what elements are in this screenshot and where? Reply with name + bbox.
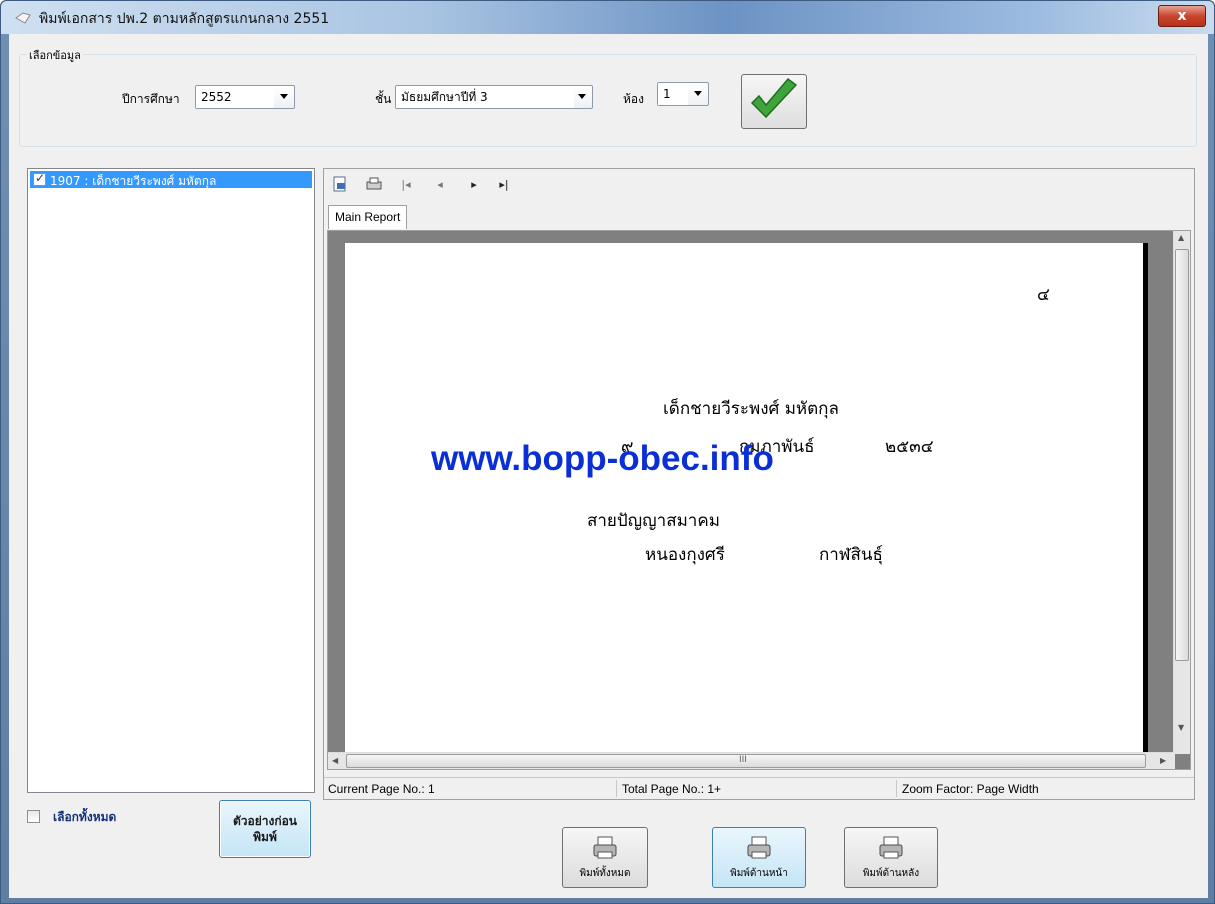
scroll-right-icon[interactable]: ▶	[1160, 756, 1166, 765]
student-checkbox[interactable]	[33, 171, 46, 186]
preview-button[interactable]: ตัวอย่างก่อน พิมพ์	[219, 800, 311, 858]
watermark: www.bopp-obec.info	[431, 439, 774, 478]
room-label: ห้อง	[623, 92, 644, 106]
print-back-label: พิมพ์ด้านหลัง	[862, 868, 920, 879]
print-back-button[interactable]: พิมพ์ด้านหลัง	[844, 827, 938, 888]
scroll-grip: III	[739, 755, 747, 765]
district: หนองกุงศรี	[645, 545, 725, 565]
viewer-statusbar: Current Page No.: 1 Total Page No.: 1+ Z…	[324, 777, 1194, 799]
page-number: ๔	[1037, 285, 1050, 305]
year-label: ปีการศึกษา	[122, 92, 180, 106]
scroll-up-icon[interactable]: ▲	[1178, 233, 1184, 242]
vertical-scrollbar[interactable]: ▲ ▼	[1173, 231, 1190, 754]
document-icon	[15, 12, 31, 24]
print-front-button[interactable]: พิมพ์ด้านหน้า	[712, 827, 806, 888]
student-list[interactable]: 1907 : เด็กชายวีระพงศ์ มหัตกุล	[27, 168, 315, 793]
horizontal-scroll-thumb[interactable]: III	[346, 754, 1146, 768]
status-divider	[616, 780, 617, 797]
select-all-checkbox[interactable]	[27, 810, 40, 823]
print-all-label: พิมพ์ทั้งหมด	[579, 868, 631, 879]
printer-icon	[879, 836, 903, 859]
vertical-scroll-thumb[interactable]	[1175, 249, 1189, 661]
current-page-status: Current Page No.: 1	[328, 782, 435, 796]
printer-icon	[593, 836, 617, 859]
report-viewer: |◂ ◂ ▸ ▸| Main Report ๔ เด็กชายวีระพงศ์ …	[323, 168, 1195, 800]
chevron-down-icon	[280, 94, 288, 99]
last-page-icon[interactable]: ▸|	[494, 175, 514, 195]
year-select[interactable]: 2552	[195, 85, 295, 109]
chevron-down-icon	[694, 91, 702, 96]
printer-icon	[747, 836, 771, 859]
next-page-icon[interactable]: ▸	[464, 175, 484, 195]
list-item[interactable]: 1907 : เด็กชายวีระพงศ์ มหัตกุล	[30, 171, 312, 188]
zoom-status: Zoom Factor: Page Width	[902, 782, 1039, 796]
year-value: 2552	[196, 86, 274, 108]
status-divider	[896, 780, 897, 797]
export-icon[interactable]	[330, 175, 350, 195]
scroll-down-icon[interactable]: ▼	[1178, 723, 1184, 732]
student-label: 1907 : เด็กชายวีระพงศ์ มหัตกุล	[50, 174, 217, 188]
room-select[interactable]: 1	[657, 82, 709, 106]
student-name: เด็กชายวีระพงศ์ มหัตกุล	[663, 399, 839, 419]
checkmark-icon	[750, 77, 798, 119]
print-icon[interactable]	[364, 175, 384, 195]
title-bar[interactable]: พิมพ์เอกสาร ปพ.2 ตามหลักสูตรแกนกลาง 2551…	[1, 1, 1214, 34]
select-all-label: เลือกทั้งหมด	[53, 810, 117, 824]
previous-page-icon[interactable]: ◂	[430, 175, 450, 195]
birth-year: ๒๕๓๔	[885, 437, 934, 457]
school-name: สายปัญญาสมาคม	[587, 511, 720, 531]
province: กาฬสินธุ์	[819, 545, 883, 565]
grade-label: ชั้น	[375, 92, 392, 106]
scroll-left-icon[interactable]: ◀	[332, 756, 338, 765]
room-value: 1	[658, 83, 688, 105]
report-canvas: ๔ เด็กชายวีระพงศ์ มหัตกุล ๙ กุมภาพันธ์ ๒…	[327, 230, 1191, 770]
grade-value: มัธยมศึกษาปีที่ 3	[396, 86, 574, 108]
close-button[interactable]: x	[1158, 5, 1206, 27]
grade-select[interactable]: มัธยมศึกษาปีที่ 3	[395, 85, 593, 109]
tab-main-report[interactable]: Main Report	[328, 205, 408, 229]
total-page-status: Total Page No.: 1+	[622, 782, 722, 796]
confirm-button[interactable]	[741, 74, 807, 129]
report-page: ๔ เด็กชายวีระพงศ์ มหัตกุล ๙ กุมภาพันธ์ ๒…	[345, 243, 1148, 758]
print-all-button[interactable]: พิมพ์ทั้งหมด	[562, 827, 648, 888]
client-area: เลือกข้อมูล ปีการศึกษา 2552 ชั้น มัธยมศึ…	[9, 34, 1208, 898]
app-window: พิมพ์เอกสาร ปพ.2 ตามหลักสูตรแกนกลาง 2551…	[0, 0, 1215, 904]
window-title: พิมพ์เอกสาร ปพ.2 ตามหลักสูตรแกนกลาง 2551	[39, 11, 330, 27]
chevron-down-icon	[578, 94, 586, 99]
print-front-label: พิมพ์ด้านหน้า	[730, 868, 788, 879]
first-page-icon[interactable]: |◂	[396, 175, 416, 195]
horizontal-scrollbar[interactable]: ◀ III ▶	[328, 752, 1175, 769]
filter-group-label: เลือกข้อมูล	[27, 46, 83, 64]
